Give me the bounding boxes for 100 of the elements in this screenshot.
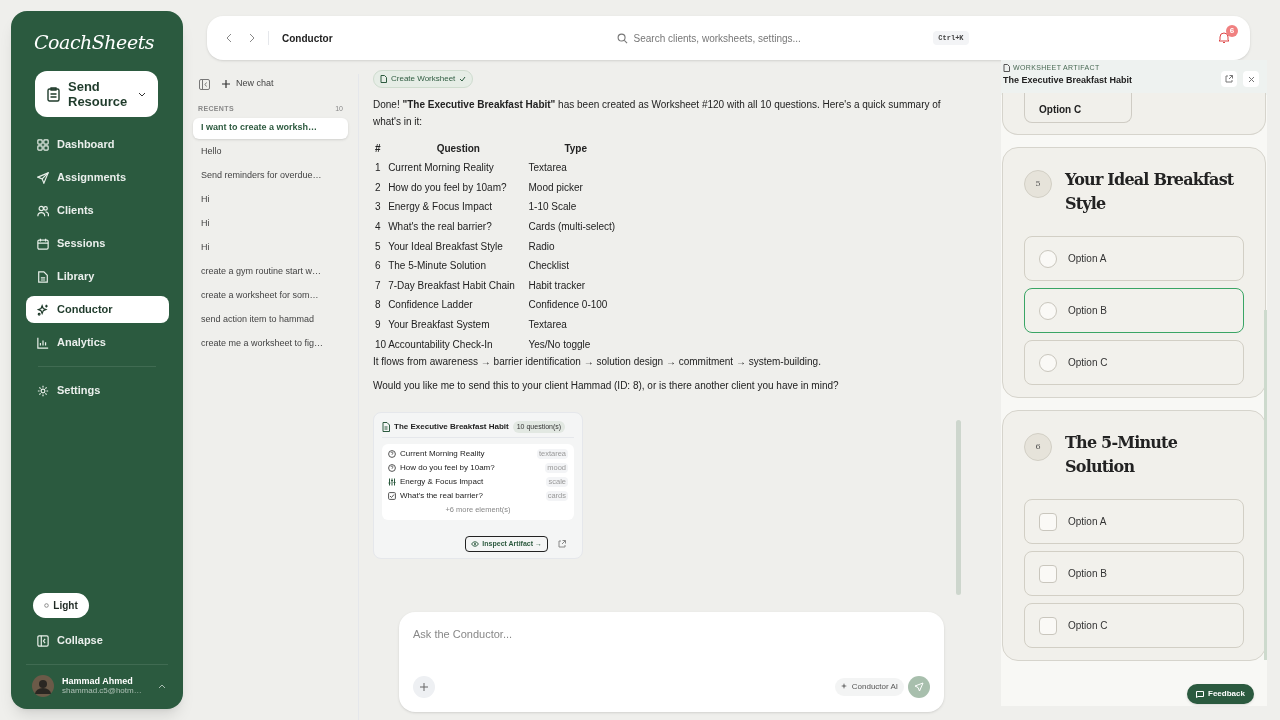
option-label: Option A — [1068, 515, 1107, 529]
option-label: Option B — [1068, 567, 1107, 581]
external-link-icon[interactable] — [558, 539, 566, 548]
radio-button[interactable] — [1039, 249, 1057, 268]
radio-button[interactable] — [1039, 353, 1057, 372]
sun-icon — [44, 603, 50, 608]
theme-toggle[interactable]: Light — [33, 593, 89, 618]
external-link-icon — [1225, 75, 1233, 83]
table-cell-text: Confidence 0-100 — [528, 298, 609, 313]
nav-item[interactable]: Settings — [26, 377, 169, 404]
option-card[interactable]: Option A — [1024, 236, 1244, 281]
nav-item[interactable]: Conductor — [26, 296, 169, 323]
table-cell: Your Breakfast System — [388, 314, 529, 335]
new-chat-button[interactable]: New chat — [222, 77, 274, 91]
radio-button[interactable] — [1039, 301, 1057, 320]
model-chip[interactable]: Conductor AI — [834, 678, 904, 696]
item-label: How do you feel by 10am? — [400, 462, 496, 475]
sparkle-icon — [37, 303, 49, 316]
bar-chart-icon — [37, 336, 49, 349]
table-cell-text: Energy & Focus Impact — [388, 200, 494, 215]
nav-item[interactable]: Collapse — [26, 627, 169, 654]
grid-icon — [37, 138, 49, 151]
forward-icon[interactable] — [248, 33, 256, 43]
document-icon — [1003, 64, 1010, 73]
table-cell: 8 — [373, 295, 389, 315]
table-cell-text: 10 — [374, 337, 388, 352]
chat-item[interactable]: create me a worksheet to fig… — [193, 333, 348, 355]
send-icon — [914, 682, 924, 692]
checkbox[interactable] — [1039, 616, 1057, 635]
item-label: What's the real barrier? — [400, 490, 484, 503]
nav-item[interactable]: Assignments — [26, 164, 169, 191]
notification-badge: 6 — [1226, 25, 1238, 37]
tool-chip: Create Worksheet — [373, 70, 474, 88]
check-icon — [459, 76, 467, 82]
back-icon[interactable] — [225, 33, 233, 43]
help-circle-icon — [388, 464, 396, 473]
send-resource-button[interactable]: Send Resource — [35, 71, 158, 117]
column-header: # — [374, 141, 382, 156]
document-icon — [380, 75, 387, 83]
close-button[interactable] — [1243, 71, 1259, 87]
comment-icon — [1196, 690, 1204, 698]
question-number: 6 — [1024, 433, 1052, 461]
table-cell-text: The 5-Minute Solution — [388, 259, 487, 274]
table-cell-text: Yes/No toggle — [528, 337, 592, 352]
option-card[interactable]: Option C — [1024, 340, 1244, 385]
sidebar-toggle-icon[interactable] — [199, 78, 210, 90]
user-email: shammad.c5@hotm… — [62, 686, 142, 696]
chat-item[interactable]: send action item to hammad — [193, 309, 348, 331]
table-cell-text: Mood picker — [528, 180, 584, 195]
nav-item[interactable]: Library — [26, 263, 169, 290]
nav-item[interactable]: Clients — [26, 197, 169, 224]
eye-icon — [471, 540, 480, 547]
message-field[interactable]: Ask the Conductor... Conductor AI — [399, 612, 944, 712]
nav-item[interactable]: Dashboard — [26, 131, 169, 158]
search-icon — [616, 32, 628, 44]
table-cell-text: Cards (multi-select) — [528, 220, 617, 235]
option-label: Option A — [1068, 252, 1107, 266]
chevron-up-icon[interactable] — [157, 683, 166, 689]
nav-item[interactable]: Sessions — [26, 230, 169, 257]
option-card[interactable]: Option A — [1024, 499, 1244, 544]
nav-item[interactable]: Analytics — [26, 329, 169, 356]
settings-icon — [37, 384, 49, 397]
option-card[interactable]: Option B — [1024, 551, 1244, 596]
document-icon — [37, 270, 49, 283]
plus-icon — [420, 683, 428, 691]
option-label: Option B — [1068, 304, 1107, 318]
open-external-button[interactable] — [1221, 71, 1237, 87]
page-title: Conductor — [282, 31, 333, 46]
question-title: The 5-Minute Solution — [1065, 432, 1179, 478]
bell-icon[interactable] — [1218, 31, 1230, 44]
option-card[interactable]: Option B — [1024, 288, 1244, 333]
paper-plane-icon — [37, 171, 49, 184]
chat-item[interactable]: create a worksheet for som… — [193, 285, 348, 307]
option-card[interactable]: Option C — [1024, 603, 1244, 648]
chat-item[interactable]: Hello — [193, 141, 348, 163]
chat-item[interactable]: Hi — [193, 213, 348, 235]
chat-item[interactable]: Hi — [193, 189, 348, 211]
chat-item[interactable]: Hi — [193, 237, 348, 259]
search-field[interactable]: Search clients, worksheets, settings... — [633, 30, 928, 46]
message-text: It flows from awareness → barrier identification → solution design → commitment → system-building. — [373, 354, 822, 369]
table-cell-text: Habit tracker — [528, 278, 587, 293]
scrollbar[interactable] — [956, 420, 961, 595]
table-cell-text: Textarea — [528, 318, 568, 333]
checkbox-icon — [388, 492, 396, 501]
chat-item[interactable]: create a gym routine start w… — [193, 261, 348, 283]
checkbox[interactable] — [1039, 564, 1057, 583]
send-button[interactable] — [908, 676, 930, 698]
chat-item[interactable]: I want to create a worksh… — [193, 117, 348, 139]
message-text: Would you like me to send this to your client Hammad (ID: 8), or is there another client you have in mind? — [373, 378, 840, 393]
scrollbar[interactable] — [1264, 310, 1267, 660]
option-label: Option C — [1068, 356, 1108, 370]
attach-button[interactable] — [413, 676, 435, 698]
checkbox[interactable] — [1039, 512, 1057, 531]
table-cell: 1 — [373, 158, 389, 178]
message-text: Done! "The Executive Breakfast Habit" has been created as Worksheet #120 with all 10 questions. Here's a quick summary of what's in it: — [373, 98, 942, 129]
table-cell-text: 3 — [374, 200, 382, 215]
chat-item[interactable]: Send reminders for overdue… — [193, 165, 348, 187]
feedback-button[interactable]: Feedback — [1187, 684, 1254, 704]
item-label: Current Morning Reality — [400, 448, 486, 461]
sliders-icon — [388, 478, 396, 487]
